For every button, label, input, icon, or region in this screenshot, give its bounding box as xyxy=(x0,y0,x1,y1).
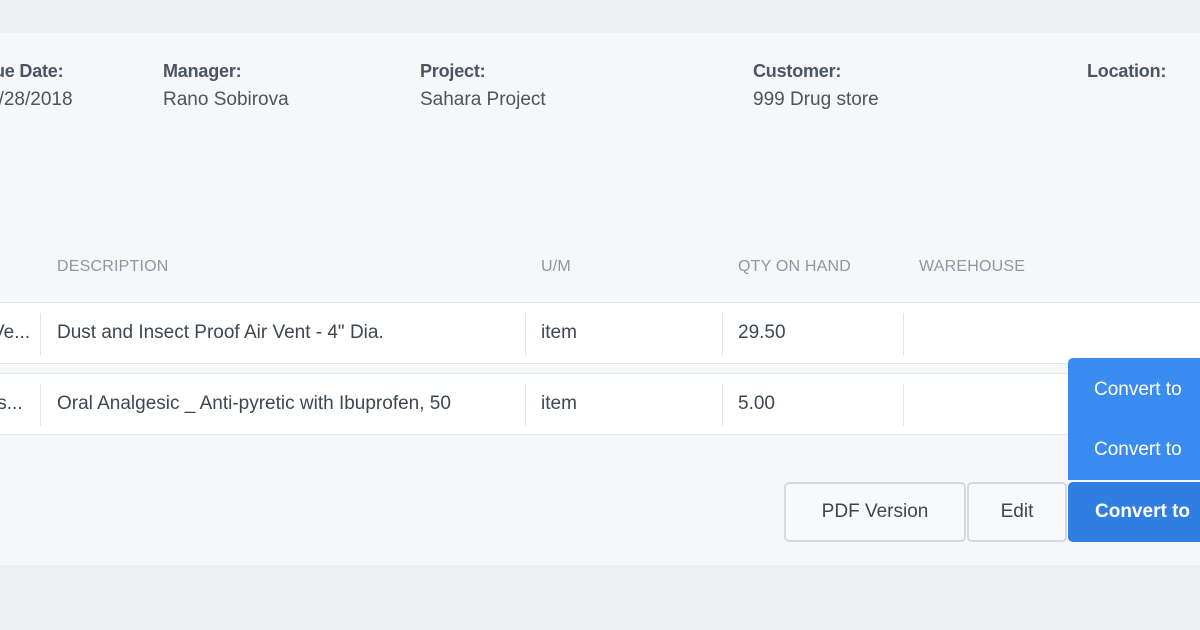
column-header-description[interactable]: DESCRIPTION xyxy=(57,258,169,276)
um-cell: item xyxy=(541,393,577,414)
qty-cell: 29.50 xyxy=(738,322,786,343)
warehouse-cell xyxy=(919,303,1059,363)
project-label: Project: xyxy=(420,61,486,81)
item-code-cell: ts... xyxy=(0,393,23,414)
customer-value: 999 Drug store xyxy=(753,89,879,110)
warehouse-cell xyxy=(919,374,1059,434)
project-value: Sahara Project xyxy=(420,89,546,110)
um-cell: item xyxy=(541,322,577,343)
column-divider xyxy=(40,313,41,355)
column-divider xyxy=(40,384,41,426)
location-label: Location: xyxy=(1087,61,1167,81)
column-divider xyxy=(903,313,904,355)
convert-button[interactable]: Convert to xyxy=(1068,482,1200,542)
field-project: Project: Sahara Project xyxy=(420,60,546,111)
field-due-date: ue Date: 2/28/2018 xyxy=(0,60,73,111)
qty-cell: 5.00 xyxy=(738,393,775,414)
due-date-value: 2/28/2018 xyxy=(0,89,73,110)
field-location: Location: xyxy=(1087,60,1166,89)
table-row[interactable]: ts... Oral Analgesic _ Anti-pyretic with… xyxy=(0,373,1200,435)
due-date-label: ue Date: xyxy=(0,61,64,81)
field-customer: Customer: 999 Drug store xyxy=(753,60,879,111)
column-divider xyxy=(525,313,526,355)
edit-button[interactable]: Edit xyxy=(967,482,1067,542)
customer-label: Customer: xyxy=(753,61,842,81)
column-divider xyxy=(525,384,526,426)
convert-dropdown-menu: Convert to Convert to xyxy=(1068,358,1200,480)
column-header-qty[interactable]: QTY ON HAND xyxy=(738,258,851,276)
table-row[interactable]: Ve... Dust and Insect Proof Air Vent - 4… xyxy=(0,302,1200,364)
manager-label: Manager: xyxy=(163,61,242,81)
description-cell: Dust and Insect Proof Air Vent - 4" Dia. xyxy=(57,322,384,343)
field-manager: Manager: Rano Sobirova xyxy=(163,60,289,111)
item-code-cell: Ve... xyxy=(0,322,31,343)
column-header-warehouse[interactable]: WAREHOUSE xyxy=(919,258,1025,276)
column-divider xyxy=(722,384,723,426)
dropdown-item-convert[interactable]: Convert to xyxy=(1094,379,1182,401)
dropdown-item-convert[interactable]: Convert to xyxy=(1094,439,1182,461)
column-divider xyxy=(903,384,904,426)
manager-value: Rano Sobirova xyxy=(163,89,289,110)
column-header-um[interactable]: U/M xyxy=(541,258,571,276)
column-divider xyxy=(722,313,723,355)
order-details-card: ue Date: 2/28/2018 Manager: Rano Sobirov… xyxy=(0,33,1200,565)
pdf-version-button[interactable]: PDF Version xyxy=(784,482,966,542)
description-cell: Oral Analgesic _ Anti-pyretic with Ibupr… xyxy=(57,393,451,414)
